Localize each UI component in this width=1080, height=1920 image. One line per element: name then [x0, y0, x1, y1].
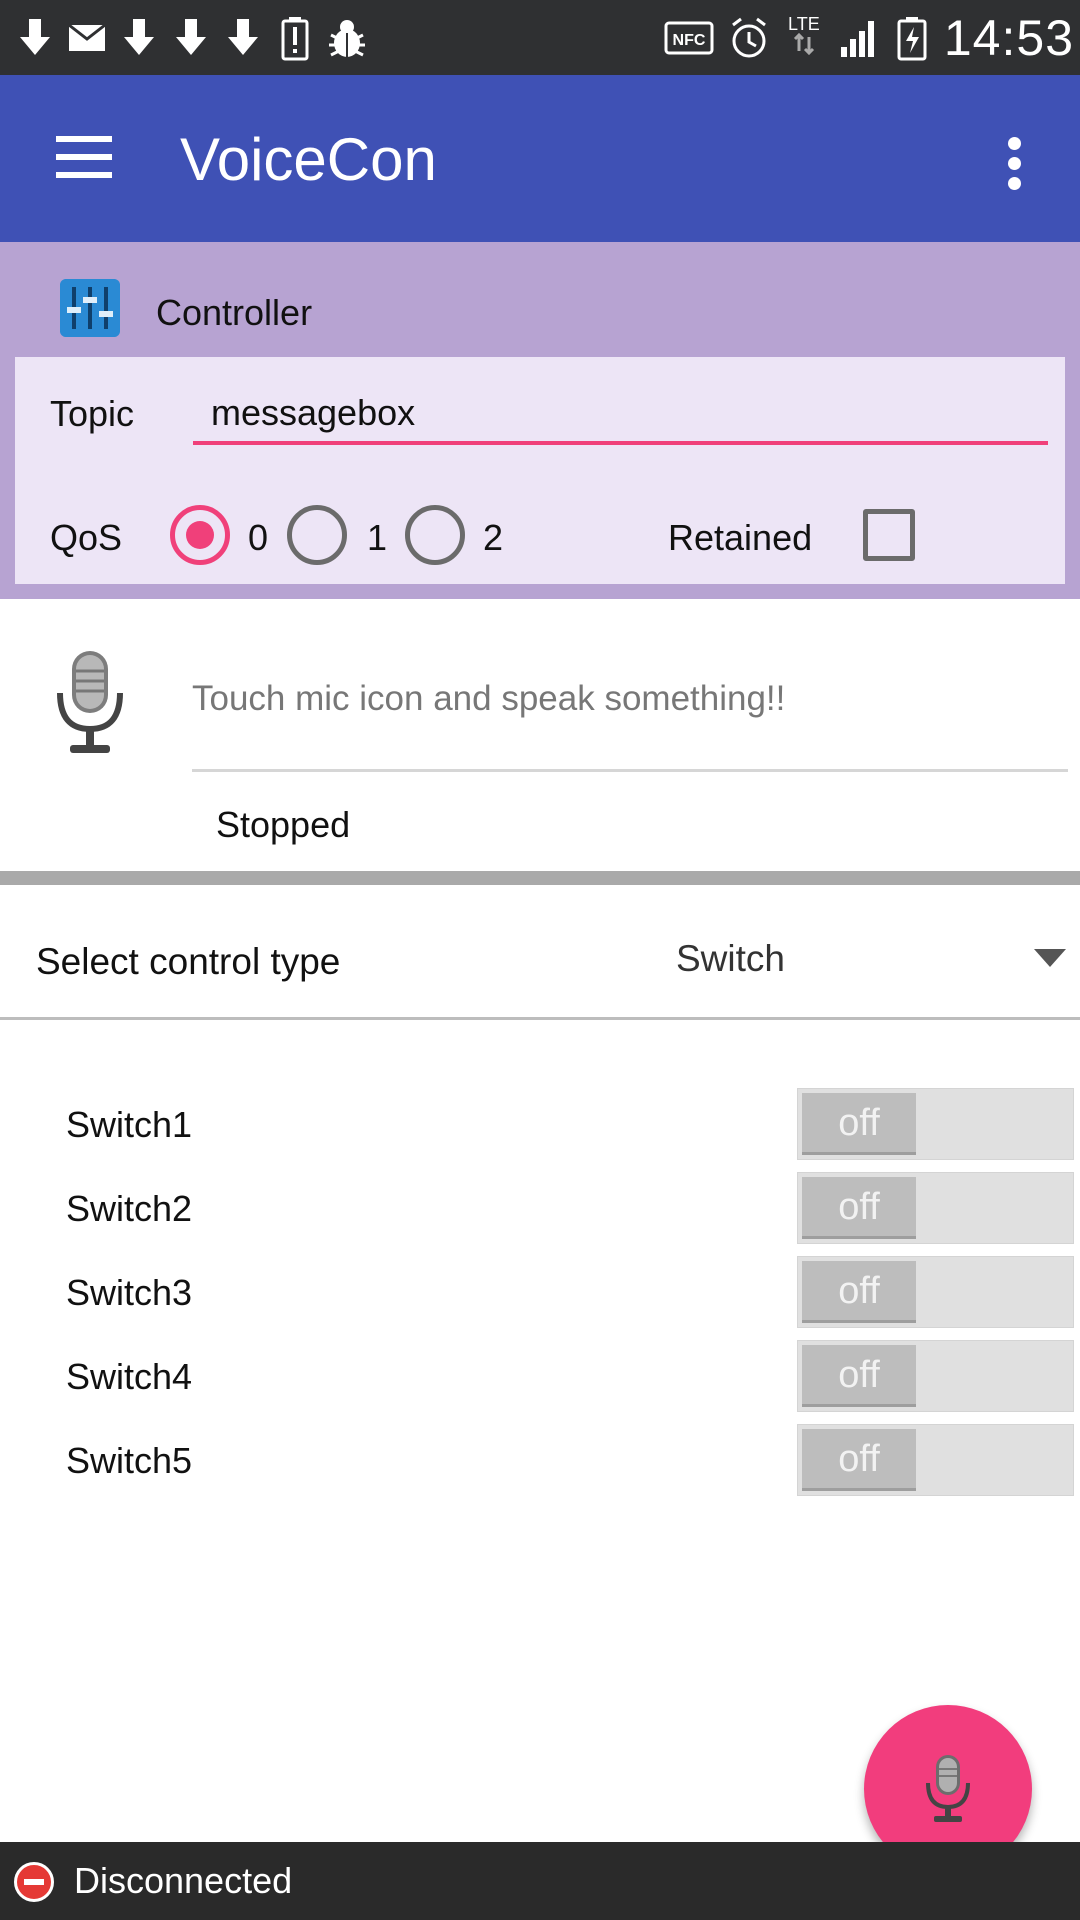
lte-icon: LTE: [784, 15, 824, 60]
switch-row-4: Switch4 off: [0, 1340, 1080, 1412]
microphone-icon: [926, 1755, 970, 1822]
alarm-icon: [731, 17, 766, 57]
retained-checkbox[interactable]: [863, 509, 915, 561]
switch-label: Switch2: [66, 1188, 193, 1229]
status-time: 14:53: [943, 9, 1074, 66]
app-bar: VoiceCon: [0, 75, 1080, 242]
data-arrows-icon: [793, 32, 814, 56]
disconnected-icon: [14, 1862, 54, 1902]
controller-card: Topic QoS 0 1 2 Retained: [15, 357, 1065, 584]
control-type-select[interactable]: Select control type Switch: [0, 885, 1080, 1020]
voice-section: Touch mic icon and speak something!! Sto…: [0, 599, 1080, 871]
toggle-thumb[interactable]: off: [802, 1261, 916, 1323]
download-icon: [124, 18, 154, 55]
mail-icon: [68, 23, 106, 51]
nfc-text: NFC: [672, 32, 705, 49]
connection-status-text: Disconnected: [74, 1860, 293, 1901]
toggle-thumb[interactable]: off: [802, 1429, 916, 1491]
bug-icon: [329, 19, 365, 57]
prompt-underline: [192, 769, 1068, 772]
switch-row-5: Switch5 off: [0, 1424, 1080, 1496]
switch-toggle-4[interactable]: off: [797, 1340, 1074, 1412]
app-title: VoiceCon: [180, 126, 437, 193]
status-right-icons: NFC LTE 14:53: [664, 9, 1080, 67]
qos-label: QoS: [50, 517, 123, 558]
toggle-thumb[interactable]: off: [802, 1345, 916, 1407]
toggle-thumb[interactable]: off: [802, 1093, 916, 1155]
qos-option-1: 1: [367, 517, 388, 558]
switch-row-2: Switch2 off: [0, 1172, 1080, 1244]
qos-option-0: 0: [248, 517, 269, 558]
dropdown-arrow-icon[interactable]: [1034, 949, 1066, 967]
switch-toggle-5[interactable]: off: [797, 1424, 1074, 1496]
battery-alert-icon: [281, 16, 309, 60]
topic-label: Topic: [50, 393, 135, 434]
microphone-icon[interactable]: [50, 649, 130, 759]
battery-charging-icon: [897, 16, 927, 60]
qos-option-2: 2: [483, 517, 504, 558]
switch-toggle-2[interactable]: off: [797, 1172, 1074, 1244]
switch-label: Switch1: [66, 1104, 193, 1145]
topic-input[interactable]: [193, 385, 1048, 445]
qos-radio-0[interactable]: [170, 505, 230, 565]
switch-row-1: Switch1 off: [0, 1088, 1080, 1160]
signal-icon: [840, 20, 874, 57]
retained-label: Retained: [668, 517, 813, 558]
section-divider: [0, 871, 1080, 885]
qos-radio-1[interactable]: [287, 505, 347, 565]
equalizer-icon: [60, 279, 120, 337]
status-left-icons: [0, 15, 368, 61]
screen: NFC LTE 14:53 VoiceCon Controller Topic …: [0, 0, 1080, 1920]
switch-label: Switch4: [66, 1356, 193, 1397]
hamburger-menu-icon[interactable]: [50, 130, 118, 190]
nfc-icon: NFC: [664, 21, 714, 54]
download-icon: [176, 18, 206, 55]
lte-text: LTE: [788, 14, 820, 34]
connection-status-bar: Disconnected: [0, 1842, 1080, 1920]
switch-toggle-1[interactable]: off: [797, 1088, 1074, 1160]
recognition-status: Stopped: [216, 804, 351, 845]
switch-label: Switch5: [66, 1440, 193, 1481]
switch-label: Switch3: [66, 1272, 193, 1313]
status-bar: NFC LTE 14:53: [0, 0, 1080, 75]
control-type-value[interactable]: Switch: [676, 938, 785, 980]
more-vert-icon[interactable]: [990, 133, 1038, 193]
controller-title: Controller: [156, 292, 313, 333]
download-icon: [228, 18, 258, 55]
controller-panel: Controller Topic QoS 0 1 2 Retained: [0, 242, 1080, 599]
switch-row-3: Switch3 off: [0, 1256, 1080, 1328]
control-type-label: Select control type: [36, 941, 341, 982]
qos-radio-2[interactable]: [405, 505, 465, 565]
toggle-thumb[interactable]: off: [802, 1177, 916, 1239]
switch-toggle-3[interactable]: off: [797, 1256, 1074, 1328]
download-icon: [20, 18, 50, 55]
speech-prompt: Touch mic icon and speak something!!: [192, 679, 786, 718]
